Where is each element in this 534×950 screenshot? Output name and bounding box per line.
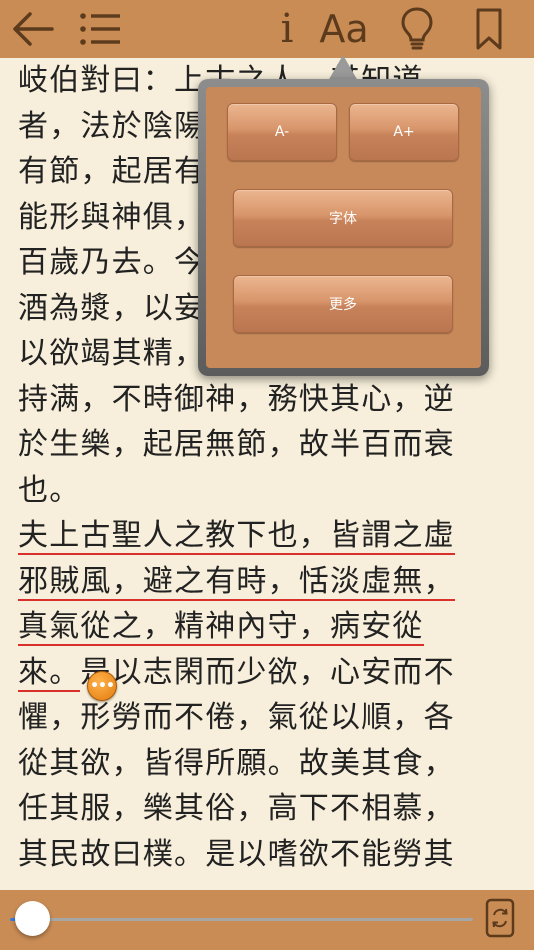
text-line: 從其欲，皆得所願。故美其食，	[18, 745, 455, 781]
font-settings-button[interactable]: Aa	[318, 0, 370, 58]
text-line: 任其服，樂其俗，高下不相慕，	[18, 791, 455, 826]
text-line: 也。	[18, 472, 81, 508]
increase-font-button[interactable]: A+	[349, 103, 459, 161]
text-line: 於生樂，起居無節，故半百而衰	[18, 427, 455, 462]
note-marker[interactable]: •••	[87, 671, 117, 701]
font-settings-popover: A- A+ 字体 更多	[198, 79, 489, 376]
info-button[interactable]: i	[272, 0, 302, 58]
rotate-device-icon	[485, 898, 515, 938]
rotation-lock-button[interactable]	[484, 898, 516, 942]
highlighted-line[interactable]: 邪賊風，避之有時，恬淡虛無，	[18, 559, 488, 605]
top-toolbar: i Aa	[0, 0, 534, 58]
more-dots-icon: •••	[90, 678, 115, 694]
popover-body: A- A+ 字体 更多	[206, 87, 481, 368]
page-progress-track[interactable]	[10, 918, 473, 921]
highlighted-fragment[interactable]: 來。	[18, 654, 81, 692]
decrease-font-button[interactable]: A-	[227, 103, 337, 161]
lightbulb-icon	[401, 7, 433, 50]
arrow-left-icon	[13, 12, 54, 46]
text-line: 其民故曰樸。是以嗜欲不能勞其	[18, 836, 455, 872]
bookmark-button[interactable]	[472, 0, 506, 58]
bookmark-icon	[476, 8, 502, 50]
text-line: 持满，不時御神，務快其心，逆	[18, 381, 455, 417]
table-of-contents-button[interactable]	[78, 0, 122, 58]
info-icon: i	[280, 6, 294, 52]
font-size-icon: Aa	[319, 7, 369, 51]
popover-arrow	[328, 55, 358, 81]
highlighted-line[interactable]: 真氣從之，精神內守，病安從	[18, 604, 488, 650]
back-button[interactable]	[8, 0, 56, 58]
brightness-button[interactable]	[396, 0, 438, 58]
page-progress-thumb[interactable]	[15, 901, 51, 936]
font-face-button[interactable]: 字体	[233, 189, 453, 247]
more-settings-button[interactable]: 更多	[233, 275, 453, 333]
highlighted-line[interactable]: 夫上古聖人之教下也，皆謂之虛	[18, 513, 488, 559]
text-line: 懼，形勞而不倦，氣從以順，各	[18, 700, 455, 735]
list-icon	[80, 13, 120, 45]
